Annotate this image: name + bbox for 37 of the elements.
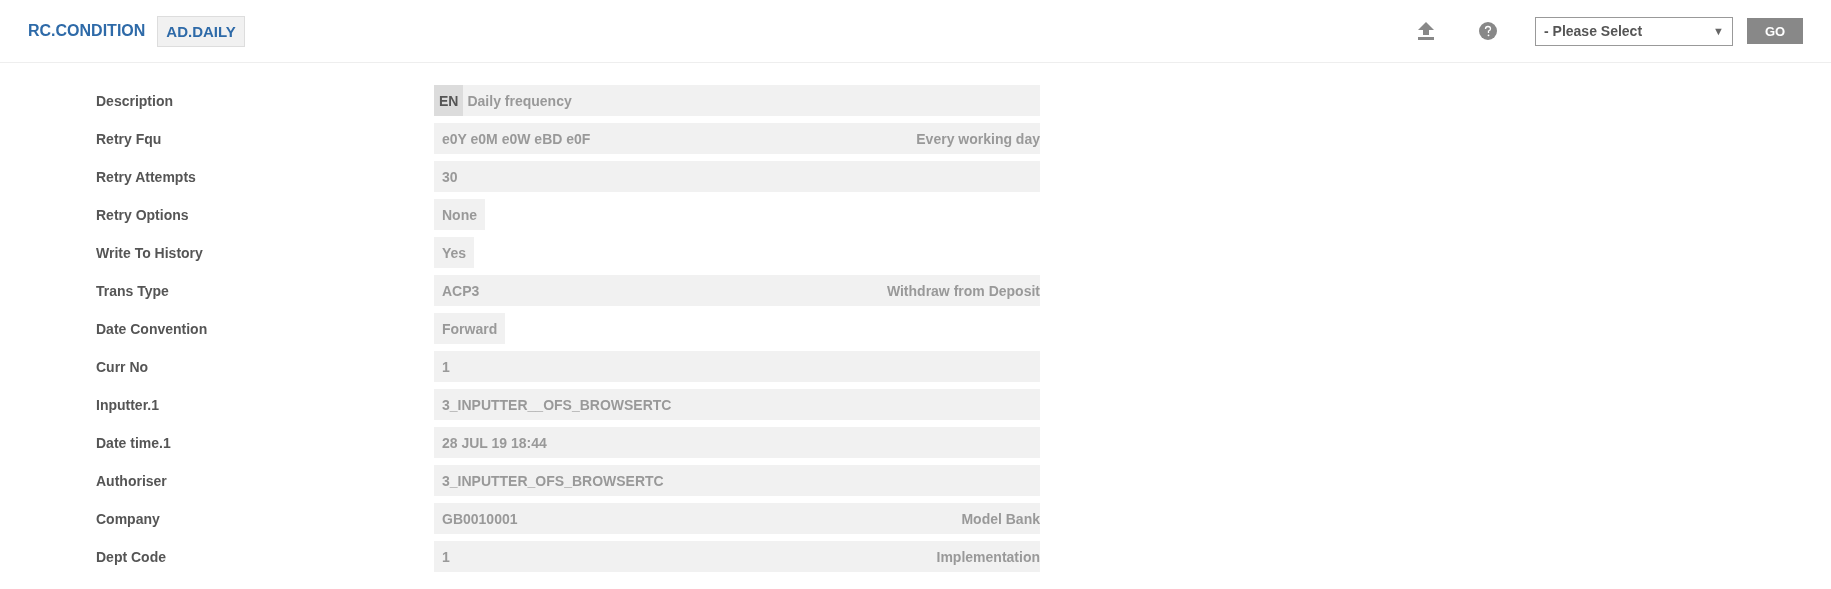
enrichment-text: Implementation bbox=[936, 548, 1040, 565]
value-text: 1 bbox=[442, 358, 450, 375]
field-label: Curr No bbox=[96, 358, 150, 375]
value-text: e0Y e0M e0W eBD e0F bbox=[442, 130, 591, 147]
value-text: 30 bbox=[442, 168, 458, 185]
field-label: Inputter.1 bbox=[96, 396, 160, 413]
record-id: AD.DAILY bbox=[157, 15, 245, 47]
help-icon[interactable] bbox=[1479, 22, 1497, 40]
field-label: Retry Options bbox=[96, 206, 190, 223]
field-label: Description bbox=[96, 92, 174, 109]
language-tag: EN bbox=[434, 85, 464, 116]
enrichment-text: Model Bank bbox=[961, 510, 1040, 527]
field-label: Authoriser bbox=[96, 472, 168, 489]
value-text: 3_INPUTTER_OFS_BROWSERTC bbox=[442, 472, 664, 489]
enrichment-text: Every working day bbox=[916, 130, 1040, 147]
value-text: 28 JUL 19 18:44 bbox=[442, 434, 547, 451]
value-text: GB0010001 bbox=[442, 510, 518, 527]
field-label: Trans Type bbox=[96, 282, 170, 299]
value-text: Daily frequency bbox=[467, 92, 572, 109]
field-value: None bbox=[434, 199, 485, 230]
value-text: ACP3 bbox=[442, 282, 480, 299]
field-label: Write To History bbox=[96, 244, 204, 261]
field-value: Yes bbox=[434, 237, 475, 268]
value-text: 3_INPUTTER__OFS_BROWSERTC bbox=[442, 396, 672, 413]
field-value: Forward bbox=[434, 313, 506, 344]
field-label: Date time.1 bbox=[96, 434, 172, 451]
application-title: RC.CONDITION bbox=[28, 22, 146, 40]
field-label: Retry Fqu bbox=[96, 130, 163, 147]
value-text: 1 bbox=[442, 548, 450, 565]
upload-icon[interactable] bbox=[1417, 21, 1435, 41]
select-dropdown[interactable]: - Please Select ▼ bbox=[1535, 16, 1733, 46]
go-button[interactable]: GO bbox=[1747, 18, 1803, 44]
enrichment-text: Withdraw from Deposit bbox=[886, 282, 1040, 299]
field-label: Date Convention bbox=[96, 320, 209, 337]
field-label: Company bbox=[96, 510, 161, 527]
field-label: Retry Attempts bbox=[96, 168, 197, 185]
field-label: Dept Code bbox=[96, 548, 167, 565]
